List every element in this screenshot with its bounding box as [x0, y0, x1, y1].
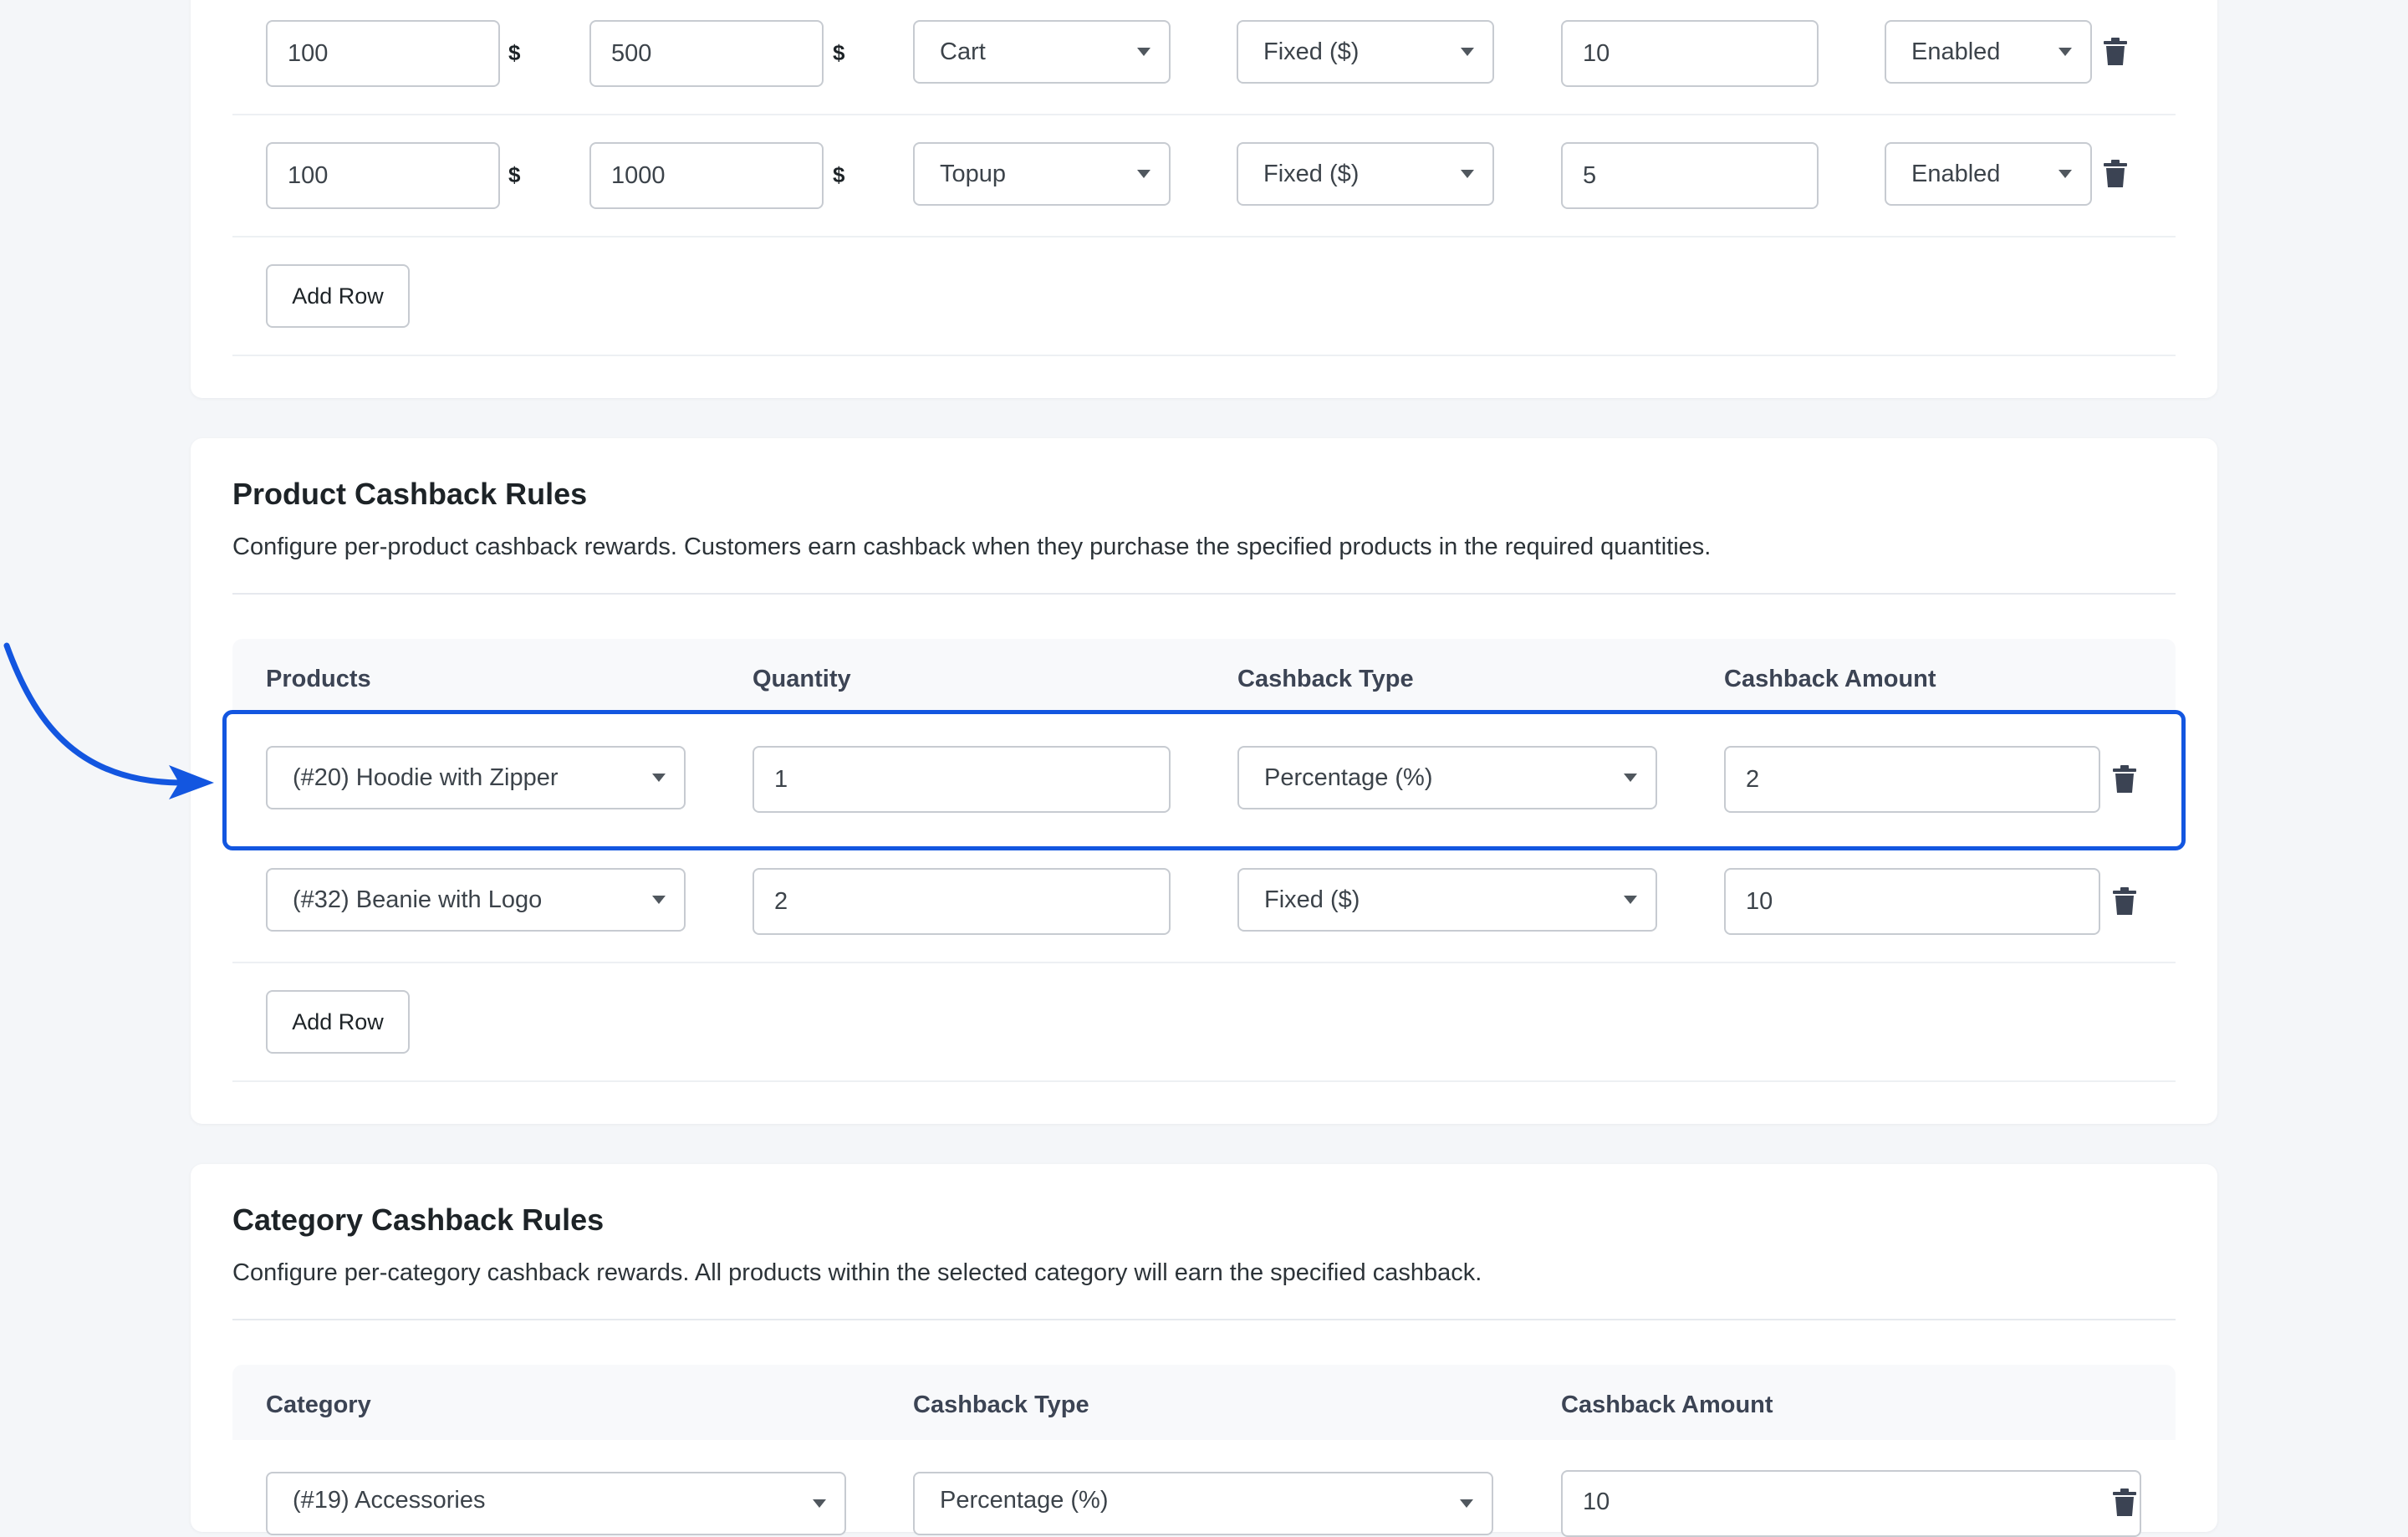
add-row-button[interactable]: Add Row	[266, 264, 410, 328]
caret-down-icon	[652, 896, 666, 904]
caret-down-icon	[2059, 48, 2072, 56]
trash-icon[interactable]	[2113, 1488, 2136, 1517]
section-divider	[232, 1319, 2176, 1320]
table-bottom-border	[232, 355, 2176, 356]
column-header-cashback-type: Cashback Type	[1237, 666, 1414, 692]
section-title: Category Cashback Rules	[232, 1203, 605, 1237]
cashback-amount-input[interactable]: 10	[1561, 1470, 2141, 1537]
caret-down-icon	[1624, 896, 1637, 904]
quantity-input[interactable]: 2	[752, 868, 1171, 935]
column-header-cashback-type: Cashback Type	[913, 1391, 1089, 1418]
cart-rule-cashback-type-value: Fixed ($)	[1263, 38, 1360, 65]
trash-icon[interactable]	[2104, 160, 2127, 188]
trash-icon[interactable]	[2113, 887, 2136, 916]
cart-rule-type-select[interactable]: Cart	[913, 20, 1171, 84]
cashback-amount-value: 10	[1583, 1488, 1610, 1515]
cashback-type-value: Percentage (%)	[940, 1487, 1109, 1514]
caret-down-icon	[2059, 170, 2072, 178]
category-value: (#19) Accessories	[293, 1487, 486, 1514]
currency-symbol: $	[508, 162, 521, 187]
category-select[interactable]: (#19) Accessories	[266, 1472, 846, 1535]
currency-symbol: $	[508, 40, 521, 65]
cart-rule-min-value: 100	[288, 39, 329, 67]
table-header	[232, 1365, 2176, 1440]
cart-rule-max-value: 500	[611, 39, 652, 67]
section-description: Configure per-category cashback rewards.…	[232, 1259, 1482, 1286]
cart-rule-amount-input[interactable]: 10	[1561, 20, 1819, 87]
row-divider	[232, 114, 2176, 115]
caret-down-icon	[1461, 48, 1474, 56]
add-row-button[interactable]: Add Row	[266, 990, 410, 1054]
quantity-value: 2	[774, 887, 788, 915]
cart-rule-amount-value: 10	[1583, 39, 1610, 67]
cart-rule-cashback-type-value: Fixed ($)	[1263, 160, 1360, 187]
curved-arrow-icon	[3, 642, 214, 799]
cart-rule-status-select[interactable]: Enabled	[1885, 20, 2092, 84]
row-divider	[232, 236, 2176, 237]
table-bottom-border	[232, 1080, 2176, 1082]
section-divider	[232, 593, 2176, 595]
currency-symbol: $	[833, 40, 845, 65]
cart-rule-min-input[interactable]: 100	[266, 20, 500, 87]
cashback-amount-value: 10	[1746, 887, 1773, 915]
column-header-cashback-amount: Cashback Amount	[1724, 666, 1936, 692]
currency-symbol: $	[833, 162, 845, 187]
cart-rule-amount-input[interactable]: 5	[1561, 142, 1819, 209]
cart-rule-type-select[interactable]: Topup	[913, 142, 1171, 206]
caret-down-icon	[1137, 170, 1150, 178]
caret-down-icon	[813, 1499, 826, 1508]
caret-down-icon	[1461, 170, 1474, 178]
cart-rule-status-value: Enabled	[1911, 38, 2001, 65]
cashback-amount-input[interactable]: 10	[1724, 868, 2100, 935]
cart-rule-cashback-type-select[interactable]: Fixed ($)	[1237, 142, 1494, 206]
cart-rule-min-input[interactable]: 100	[266, 142, 500, 209]
trash-icon[interactable]	[2104, 38, 2127, 66]
row-divider	[232, 962, 2176, 963]
product-value: (#32) Beanie with Logo	[293, 886, 543, 913]
column-header-cashback-amount: Cashback Amount	[1561, 1391, 1773, 1418]
column-header-category: Category	[266, 1391, 371, 1418]
cart-rule-max-input[interactable]: 500	[589, 20, 824, 87]
product-select[interactable]: (#32) Beanie with Logo	[266, 868, 686, 932]
cart-rule-status-select[interactable]: Enabled	[1885, 142, 2092, 206]
highlighted-row-outline	[222, 710, 2186, 850]
cart-rule-status-value: Enabled	[1911, 160, 2001, 187]
section-title: Product Cashback Rules	[232, 477, 588, 511]
cashback-type-select[interactable]: Percentage (%)	[913, 1472, 1493, 1535]
cashback-type-value: Fixed ($)	[1264, 886, 1360, 913]
caret-down-icon	[1460, 1499, 1473, 1508]
section-description: Configure per-product cashback rewards. …	[232, 534, 1712, 560]
column-header-products: Products	[266, 666, 371, 692]
caret-down-icon	[1137, 48, 1150, 56]
cart-rule-type-value: Cart	[940, 38, 986, 65]
cart-rule-min-value: 100	[288, 161, 329, 189]
cart-rule-max-value: 1000	[611, 161, 666, 189]
cashback-type-select[interactable]: Fixed ($)	[1237, 868, 1657, 932]
cart-rule-cashback-type-select[interactable]: Fixed ($)	[1237, 20, 1494, 84]
cart-rule-type-value: Topup	[940, 160, 1007, 187]
cart-rule-amount-value: 5	[1583, 161, 1597, 189]
cart-rule-max-input[interactable]: 1000	[589, 142, 824, 209]
column-header-quantity: Quantity	[752, 666, 851, 692]
